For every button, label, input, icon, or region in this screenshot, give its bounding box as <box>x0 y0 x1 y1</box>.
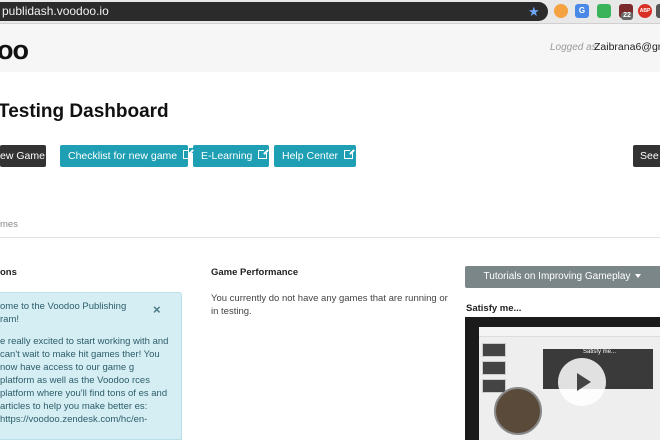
user-email[interactable]: Zaibrana6@gma <box>594 41 660 53</box>
logged-as-label: Logged as: <box>550 42 600 53</box>
extension-badge: 22 <box>621 12 633 20</box>
video-frame-toolbar <box>479 327 660 337</box>
video-slide-thumb <box>482 343 506 357</box>
tutorials-dropdown[interactable]: Tutorials on Improving Gameplay <box>465 266 660 288</box>
help-center-label: Help Center <box>282 150 339 162</box>
external-link-icon <box>183 148 195 159</box>
alert-title: ome to the Voodoo Publishing ram! <box>0 301 127 325</box>
extension-icon-6[interactable] <box>656 4 660 18</box>
video-slide-thumb <box>482 361 506 375</box>
chevron-down-icon <box>635 274 642 279</box>
tab-games[interactable]: mes <box>0 219 18 230</box>
play-icon[interactable] <box>558 358 606 406</box>
page-title: Testing Dashboard <box>0 101 169 122</box>
tutorials-dropdown-label: Tutorials on Improving Gameplay <box>483 271 631 282</box>
game-performance-heading: Game Performance <box>211 267 299 278</box>
url-text: publidash.voodoo.io <box>2 4 109 18</box>
close-icon[interactable]: × <box>153 303 161 316</box>
extension-icon-3[interactable] <box>597 4 611 18</box>
address-bar[interactable]: publidash.voodoo.io <box>0 2 548 21</box>
browser-toolbar: publidash.voodoo.io ★ G 22 ABP <box>0 0 660 24</box>
elearning-label: E-Learning <box>201 150 253 162</box>
new-game-button[interactable]: ew Game <box>0 145 46 167</box>
alert-body: e really excited to start working with a… <box>0 336 169 425</box>
extension-icon-1[interactable] <box>554 4 568 18</box>
voodoo-logo[interactable]: oo <box>0 35 29 66</box>
external-link-icon <box>258 148 270 159</box>
notifications-heading: ons <box>0 267 17 278</box>
extension-icon-2[interactable]: G <box>575 4 589 18</box>
video-slide-text: Satisfy me... <box>583 349 617 355</box>
help-center-button[interactable]: Help Center <box>274 145 356 167</box>
checklist-button[interactable]: Checklist for new game <box>60 145 195 167</box>
elearning-button[interactable]: E-Learning <box>193 145 270 167</box>
video-slide-thumb <box>482 379 506 393</box>
presenter-thumbnail <box>494 387 542 435</box>
game-performance-text: You currently do not have any games that… <box>211 293 448 317</box>
see-label: See <box>640 150 659 162</box>
tab-divider <box>0 237 660 238</box>
video-title[interactable]: Satisfy me... <box>466 303 521 314</box>
checklist-label: Checklist for new game <box>68 150 178 162</box>
star-icon[interactable]: ★ <box>528 2 540 21</box>
external-link-icon <box>344 148 356 159</box>
see-button[interactable]: See <box>633 145 660 167</box>
welcome-alert: ome to the Voodoo Publishing ram! × e re… <box>0 292 182 440</box>
new-game-label: ew Game <box>0 150 45 162</box>
adblock-icon[interactable]: ABP <box>638 4 652 18</box>
